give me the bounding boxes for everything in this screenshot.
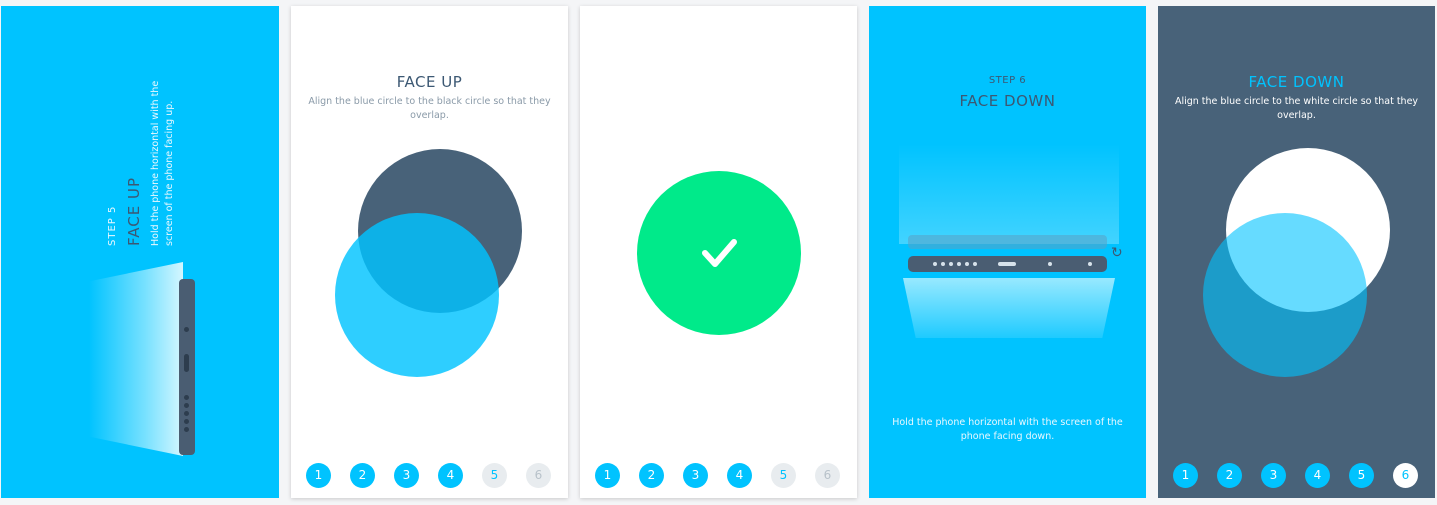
step-indicator: 1 2 3 4 5 6 [1173,463,1433,489]
check-icon [702,239,737,267]
step-6[interactable]: 6 [1393,463,1418,488]
step-6[interactable]: 6 [815,463,840,488]
step-5[interactable]: 5 [1349,463,1374,488]
screen-title: FACE UP [125,177,143,246]
light-beam-top [899,144,1119,244]
instruction-text: Align the blue circle to the white circl… [1174,96,1419,121]
step6-intro-screen: STEP 6 FACE DOWN ↻ Hold the phone horizo… [869,6,1146,498]
step-label: STEP 5 [107,205,118,246]
screen-title: FACE DOWN [959,92,1056,110]
step-4[interactable]: 4 [727,463,752,488]
light-beam-bottom [903,278,1115,338]
step-2[interactable]: 2 [639,463,664,488]
blue-circle[interactable] [1203,213,1367,377]
step-5[interactable]: 5 [482,463,507,488]
face-down-align-screen: FACE DOWN Align the blue circle to the w… [1158,6,1435,498]
step-3[interactable]: 3 [1261,463,1286,488]
phone-side-illustration [179,279,195,455]
screen-title: FACE UP [396,73,463,91]
step-1[interactable]: 1 [595,463,620,488]
step-5[interactable]: 5 [771,463,796,488]
phone-ghost [908,235,1107,249]
face-up-align-screen: FACE UP Align the blue circle to the bla… [291,6,568,498]
step-4[interactable]: 4 [1305,463,1330,488]
step-4[interactable]: 4 [438,463,463,488]
step-6[interactable]: 6 [526,463,551,488]
step-2[interactable]: 2 [350,463,375,488]
phone-illustration [908,256,1107,272]
rotate-icon: ↻ [1111,245,1123,261]
step-3[interactable]: 3 [683,463,708,488]
step-2[interactable]: 2 [1217,463,1242,488]
screen-glow [89,262,183,456]
step-label: STEP 6 [988,75,1027,86]
instruction-text: Hold the phone horizontal with the scree… [892,417,1123,442]
instruction-text: Align the blue circle to the black circl… [308,96,551,121]
step-1[interactable]: 1 [1173,463,1198,488]
instruction-text: Hold the phone horizontal with the scree… [150,80,175,246]
step-indicator: 1 2 3 4 5 6 [595,463,855,489]
screen-title: FACE DOWN [1248,73,1345,91]
success-circle [637,171,801,335]
success-screen: 1 2 3 4 5 6 [580,6,857,498]
step-indicator: 1 2 3 4 5 6 [306,463,566,489]
step-1[interactable]: 1 [306,463,331,488]
step5-intro-screen: STEP 5 FACE UP Hold the phone horizontal… [1,6,279,498]
step-3[interactable]: 3 [394,463,419,488]
